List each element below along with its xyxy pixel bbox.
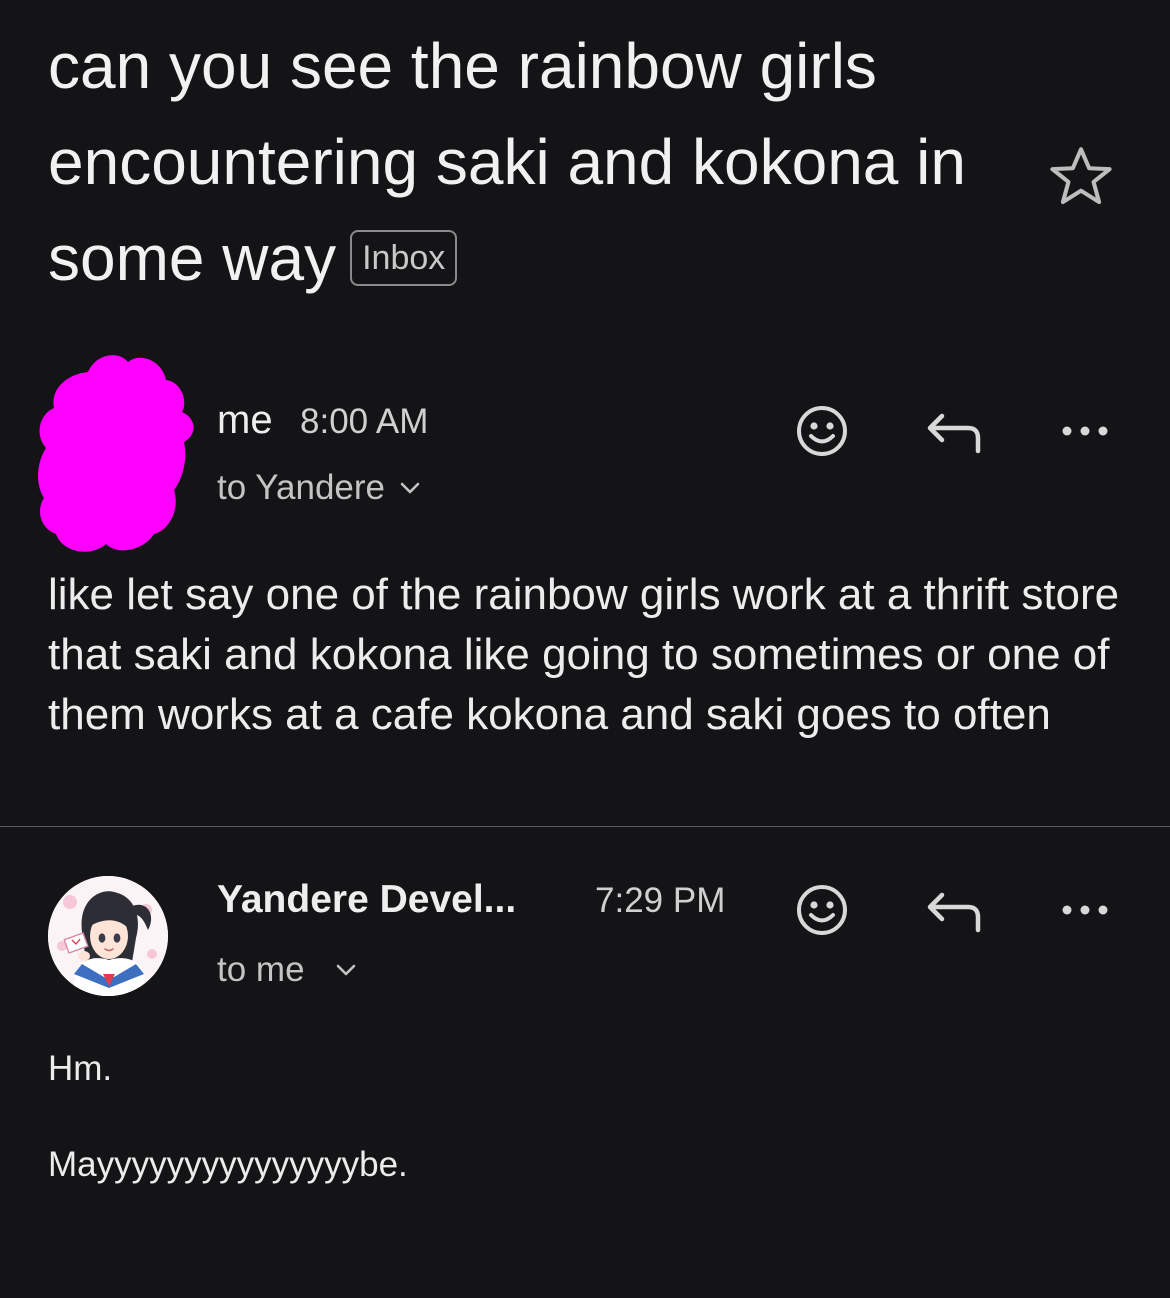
reply-icon[interactable] xyxy=(922,879,986,943)
avatar[interactable] xyxy=(48,876,168,996)
reply-icon[interactable] xyxy=(922,400,986,464)
chevron-down-icon xyxy=(400,482,420,494)
avatar[interactable] xyxy=(36,348,198,562)
inbox-label[interactable]: Inbox xyxy=(350,230,458,287)
subject-text: can you see the rainbow girls encounteri… xyxy=(48,30,966,294)
recipient-details[interactable]: to me xyxy=(217,950,357,990)
star-icon[interactable] xyxy=(1046,142,1116,212)
smiley-icon[interactable] xyxy=(790,878,854,942)
message-time: 7:29 PM xyxy=(595,881,726,920)
message-body: like let say one of the rainbow girls wo… xyxy=(48,570,1120,739)
recipient-label: to me xyxy=(217,950,305,989)
more-icon[interactable] xyxy=(1053,399,1117,463)
sender-name: Yandere Devel... xyxy=(217,878,517,921)
message-body-line: Mayyyyyyyyyyyyyyybe. xyxy=(48,1145,408,1184)
more-icon[interactable] xyxy=(1053,878,1117,942)
message-time: 8:00 AM xyxy=(300,402,429,441)
message-body-line: Hm. xyxy=(48,1049,113,1088)
recipient-details[interactable]: to Yandere xyxy=(217,468,421,508)
anime-girl-avatar-image xyxy=(48,876,168,996)
smiley-icon[interactable] xyxy=(790,399,854,463)
message-divider xyxy=(0,826,1170,827)
sender-name: me xyxy=(217,398,273,442)
recipient-label: to Yandere xyxy=(217,468,386,507)
chevron-down-icon xyxy=(336,964,355,976)
email-subject: can you see the rainbow girls encounteri… xyxy=(48,18,988,306)
